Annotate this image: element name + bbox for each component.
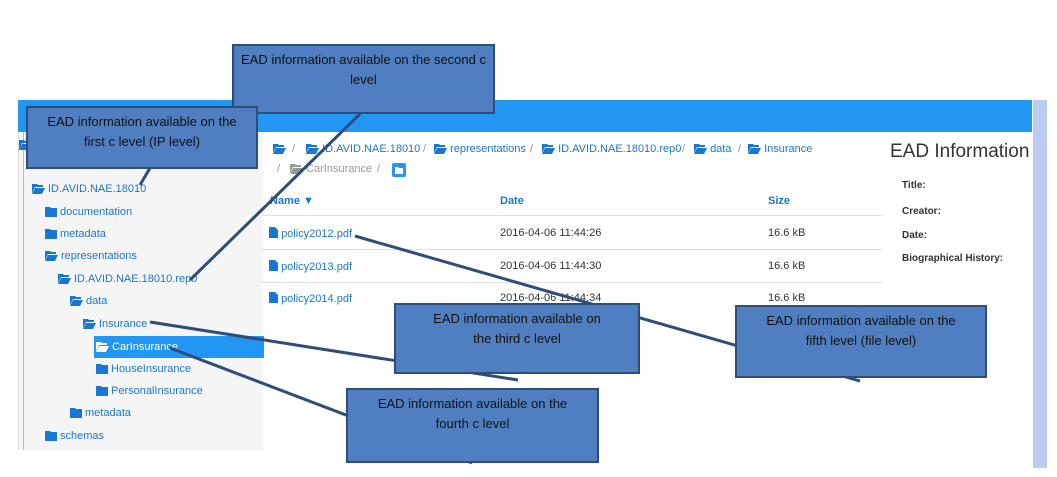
annotation-second-c-level: EAD information available on the second … xyxy=(232,44,495,114)
annotation-text: EAD information available on the second … xyxy=(241,52,486,87)
annotation-text: EAD information available on the fifth l… xyxy=(766,313,956,348)
annotation-fourth-c-level: EAD information available on the fourth … xyxy=(346,388,599,463)
annotation-first-c-level: EAD information available on the first c… xyxy=(26,106,258,169)
annotation-text: EAD information available on the first c… xyxy=(47,114,237,149)
annotation-text: EAD information available on the third c… xyxy=(433,311,601,346)
annotation-third-c-level: EAD information available on the third c… xyxy=(394,303,640,374)
connector-first xyxy=(138,167,152,186)
annotation-fifth-level: EAD information available on the fifth l… xyxy=(735,305,987,378)
annotation-text: EAD information available on the fourth … xyxy=(377,396,568,431)
